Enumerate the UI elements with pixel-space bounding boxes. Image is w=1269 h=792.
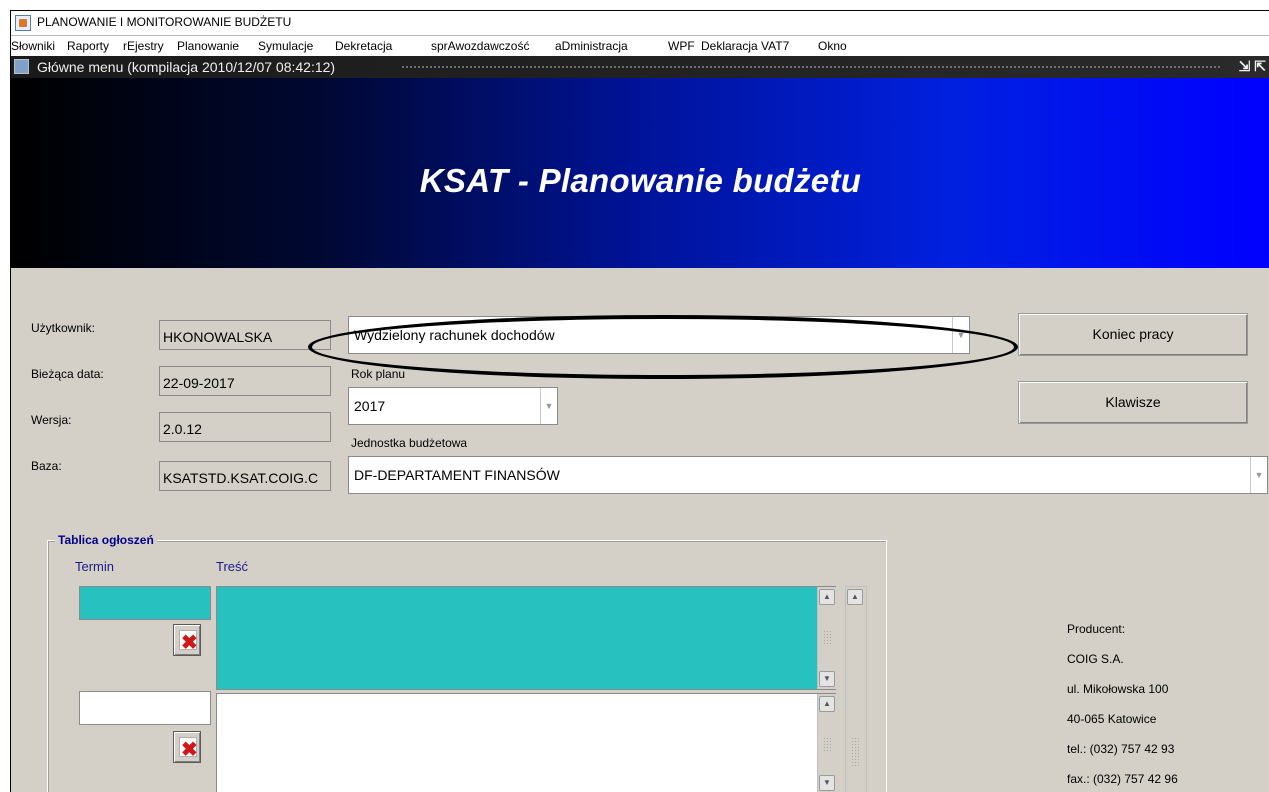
window-title: PLANOWANIE I MONITOROWANIE BUDŻETU bbox=[37, 15, 292, 29]
scroll-up-icon[interactable]: ▲ bbox=[819, 696, 835, 712]
inner-window-titlebar: Główne menu (kompilacja 2010/12/07 08:42… bbox=[11, 56, 1269, 78]
chevron-down-icon[interactable]: ▼ bbox=[540, 388, 557, 424]
user-label: Użytkownik: bbox=[31, 321, 96, 335]
annotation-ellipse bbox=[308, 315, 1018, 379]
menu-administracja[interactable]: aDministracja bbox=[555, 39, 628, 53]
banner-title: KSAT - Planowanie budżetu bbox=[419, 162, 862, 199]
scroll-grip[interactable] bbox=[851, 737, 859, 767]
unit-select[interactable]: DF-DEPARTAMENT FINANSÓW ▼ bbox=[348, 456, 1268, 494]
delete-button[interactable]: ✖ bbox=[173, 731, 201, 763]
producer-city: 40-065 Katowice bbox=[1067, 712, 1157, 726]
java-app-icon bbox=[15, 15, 31, 31]
menu-rejestry[interactable]: rEjestry bbox=[123, 39, 164, 53]
producer-label: Producent: bbox=[1067, 622, 1126, 636]
form-icon bbox=[14, 59, 29, 74]
delete-button[interactable]: ✖ bbox=[173, 624, 201, 656]
unit-select-value: DF-DEPARTAMENT FINANSÓW bbox=[354, 467, 560, 483]
user-field: HKONOWALSKA bbox=[159, 320, 331, 350]
producer-name: COIG S.A. bbox=[1067, 652, 1124, 666]
db-label: Baza: bbox=[31, 459, 62, 473]
menu-raporty[interactable]: Raporty bbox=[67, 39, 109, 53]
content-scrollbar[interactable]: ▲ ▼ bbox=[817, 587, 836, 689]
scroll-down-icon[interactable]: ▼ bbox=[819, 775, 835, 791]
year-select-value: 2017 bbox=[354, 398, 386, 414]
version-label: Wersja: bbox=[31, 413, 72, 427]
scroll-up-icon[interactable]: ▲ bbox=[819, 589, 835, 605]
board-scrollbar[interactable]: ▲ bbox=[845, 586, 867, 792]
delete-x-icon: ✖ bbox=[181, 739, 198, 761]
date-field: 22-09-2017 bbox=[159, 366, 331, 396]
window-controls-icon[interactable]: ⇲ ⇱ bbox=[1239, 58, 1266, 75]
menu-bar: Słowniki Raporty rEjestry Planowanie Sym… bbox=[11, 36, 1269, 56]
content-textarea[interactable] bbox=[216, 586, 836, 690]
scroll-up-icon[interactable]: ▲ bbox=[847, 589, 863, 605]
year-label: Rok planu bbox=[351, 367, 406, 381]
application-window: PLANOWANIE I MONITOROWANIE BUDŻETU Słown… bbox=[10, 10, 1269, 792]
keys-button[interactable]: Klawisze bbox=[1018, 381, 1248, 424]
scroll-grip[interactable] bbox=[823, 737, 831, 753]
date-label: Bieżąca data: bbox=[31, 367, 104, 381]
menu-wpf[interactable]: WPF bbox=[668, 39, 695, 53]
menu-deklaracja-vat7[interactable]: Deklaracja VAT7 bbox=[701, 39, 789, 53]
year-select[interactable]: 2017 ▼ bbox=[348, 387, 558, 425]
menu-sprawozdawczosc[interactable]: sprAwozdawczość bbox=[431, 39, 529, 53]
window-titlebar: PLANOWANIE I MONITOROWANIE BUDŻETU bbox=[11, 11, 1269, 36]
db-field: KSATSTD.KSAT.COIG.C bbox=[159, 461, 331, 491]
content-textarea[interactable] bbox=[216, 693, 836, 792]
version-field: 2.0.12 bbox=[159, 412, 331, 442]
scroll-down-icon[interactable]: ▼ bbox=[819, 671, 835, 687]
end-work-button[interactable]: Koniec pracy bbox=[1018, 313, 1248, 356]
unit-label: Jednostka budżetowa bbox=[351, 436, 468, 450]
banner: KSAT - Planowanie budżetu bbox=[11, 78, 1269, 268]
content-scrollbar[interactable]: ▲ ▼ bbox=[817, 694, 836, 792]
menu-dekretacja[interactable]: Dekretacja bbox=[335, 39, 392, 53]
chevron-down-icon[interactable]: ▼ bbox=[1250, 457, 1267, 493]
inner-window-title: Główne menu (kompilacja 2010/12/07 08:42… bbox=[37, 59, 336, 75]
scroll-grip[interactable] bbox=[823, 630, 831, 646]
term-input[interactable] bbox=[79, 586, 211, 620]
column-content-header: Treść bbox=[216, 559, 249, 574]
producer-street: ul. Mikołowska 100 bbox=[1067, 682, 1169, 696]
bulletin-board-title: Tablica ogłoszeń bbox=[55, 533, 157, 547]
producer-tel: tel.: (032) 757 42 93 bbox=[1067, 742, 1175, 756]
menu-slowniki[interactable]: Słowniki bbox=[11, 39, 55, 53]
menu-okno[interactable]: Okno bbox=[818, 39, 847, 53]
menu-planowanie[interactable]: Planowanie bbox=[177, 39, 239, 53]
delete-x-icon: ✖ bbox=[181, 632, 198, 654]
column-term-header: Termin bbox=[75, 559, 115, 574]
menu-symulacje[interactable]: Symulacje bbox=[258, 39, 313, 53]
term-input[interactable] bbox=[79, 691, 211, 725]
titlebar-grip bbox=[401, 65, 1221, 69]
producer-fax: fax.: (032) 757 42 96 bbox=[1067, 772, 1178, 786]
